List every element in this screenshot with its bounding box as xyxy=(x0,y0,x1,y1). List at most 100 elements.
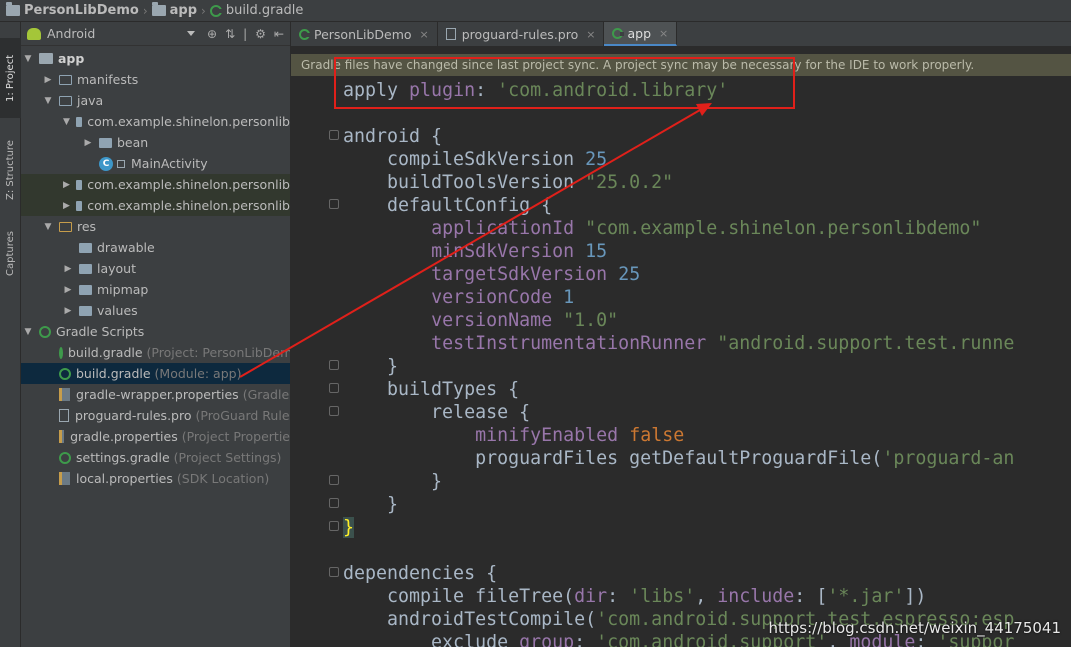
tree-item-package[interactable]: ▶ com.example.shinelon.personlib xyxy=(21,174,290,195)
breadcrumb-module[interactable]: app xyxy=(151,2,197,18)
package-icon xyxy=(75,179,83,190)
package-icon xyxy=(75,116,83,127)
breadcrumb-project[interactable]: PersonLibDemo xyxy=(6,2,139,18)
code-line[interactable]: } xyxy=(343,355,1014,378)
collapse-all-icon[interactable]: ⇅ xyxy=(225,27,235,41)
code-line[interactable]: testInstrumentationRunner "android.suppo… xyxy=(343,332,1014,355)
breadcrumb-file[interactable]: build.gradle xyxy=(209,3,303,18)
fold-marker-icon[interactable] xyxy=(329,406,339,416)
code-editor[interactable]: apply plugin: 'com.android.library' andr… xyxy=(291,76,1071,647)
tab-structure-tool[interactable]: Z: Structure xyxy=(0,130,21,210)
tree-item-package[interactable]: ▶ com.example.shinelon.personlib xyxy=(21,195,290,216)
code-line[interactable]: release { xyxy=(343,401,1014,424)
code-line[interactable]: buildToolsVersion "25.0.2" xyxy=(343,171,1014,194)
hide-panel-icon[interactable]: ⇤ xyxy=(274,27,284,41)
tree-item-settings-gradle[interactable]: settings.gradle (Project Settings) xyxy=(21,447,290,468)
expand-arrow-icon[interactable]: ▶ xyxy=(63,285,73,295)
tree-item-layout[interactable]: ▶ layout xyxy=(21,258,290,279)
code-line[interactable]: android { xyxy=(343,125,1014,148)
expand-arrow-icon[interactable]: ▶ xyxy=(83,138,93,148)
code-line[interactable]: } xyxy=(343,493,1014,516)
code-line[interactable]: } xyxy=(343,470,1014,493)
tree-item-gradle-wrapper[interactable]: gradle-wrapper.properties (Gradle xyxy=(21,384,290,405)
code-line[interactable]: dependencies { xyxy=(343,562,1014,585)
tree-item-bean[interactable]: ▶ bean xyxy=(21,132,290,153)
tree-item-drawable[interactable]: drawable xyxy=(21,237,290,258)
tree-item-package[interactable]: ▼ com.example.shinelon.personlib xyxy=(21,111,290,132)
code-line[interactable] xyxy=(343,539,1014,562)
fold-marker-icon[interactable] xyxy=(329,567,339,577)
project-tree: ▼ app ▶ manifests ▼ java ▼ com.example.shine… xyxy=(21,46,290,489)
expand-arrow-icon[interactable]: ▼ xyxy=(23,54,33,64)
breadcrumb-separator: › xyxy=(201,3,206,18)
gradle-icon xyxy=(209,4,223,17)
tree-item-local-properties[interactable]: local.properties (SDK Location) xyxy=(21,468,290,489)
expand-arrow-icon[interactable]: ▶ xyxy=(63,264,73,274)
close-icon[interactable]: × xyxy=(659,27,668,40)
close-icon[interactable]: × xyxy=(586,28,595,41)
fold-marker-icon[interactable] xyxy=(329,475,339,485)
tab-captures-tool[interactable]: Captures xyxy=(0,222,21,286)
expand-arrow-icon[interactable]: ▶ xyxy=(63,306,73,316)
code-line[interactable]: applicationId "com.example.shinelon.pers… xyxy=(343,217,1014,240)
tab-proguard-rules[interactable]: proguard-rules.pro × xyxy=(438,22,605,46)
fold-marker-icon[interactable] xyxy=(329,521,339,531)
tree-item-mainactivity[interactable]: C MainActivity xyxy=(21,153,290,174)
expand-arrow-icon[interactable]: ▼ xyxy=(43,222,53,232)
tree-item-res[interactable]: ▼ res xyxy=(21,216,290,237)
fold-marker-icon[interactable] xyxy=(329,383,339,393)
tree-item-gradle-scripts[interactable]: ▼ Gradle Scripts xyxy=(21,321,290,342)
project-folder-icon xyxy=(6,2,20,16)
code-line[interactable]: buildTypes { xyxy=(343,378,1014,401)
text-file-icon xyxy=(59,409,69,422)
tab-personlibdemo[interactable]: PersonLibDemo × xyxy=(291,22,438,46)
tree-item-app[interactable]: ▼ app xyxy=(21,48,290,69)
code-line[interactable]: targetSdkVersion 25 xyxy=(343,263,1014,286)
expand-arrow-icon[interactable]: ▶ xyxy=(63,180,70,190)
lock-icon xyxy=(117,159,125,168)
tree-item-values[interactable]: ▶ values xyxy=(21,300,290,321)
code-line[interactable]: } xyxy=(343,516,1014,539)
view-selector[interactable]: Android xyxy=(47,26,187,41)
fold-marker-icon[interactable] xyxy=(329,199,339,209)
code-line[interactable]: versionName "1.0" xyxy=(343,309,1014,332)
code-line[interactable]: versionCode 1 xyxy=(343,286,1014,309)
properties-file-icon xyxy=(59,430,65,443)
gear-icon[interactable]: ⚙ xyxy=(255,27,266,41)
code-line[interactable]: proguardFiles getDefaultProguardFile('pr… xyxy=(343,447,1014,470)
code-content[interactable]: apply plugin: 'com.android.library' andr… xyxy=(343,79,1014,647)
target-icon[interactable]: ⊕ xyxy=(207,27,217,41)
separator-icon: | xyxy=(243,26,248,41)
tree-item-mipmap[interactable]: ▶ mipmap xyxy=(21,279,290,300)
code-line[interactable]: compileSdkVersion 25 xyxy=(343,148,1014,171)
tab-app[interactable]: app × xyxy=(604,22,678,46)
chevron-down-icon[interactable] xyxy=(187,31,195,36)
project-panel-header: Android ⊕ ⇅ | ⚙ ⇤ xyxy=(21,22,290,46)
tree-item-build-gradle-module[interactable]: build.gradle (Module: app) xyxy=(21,363,290,384)
tree-item-manifests[interactable]: ▶ manifests xyxy=(21,69,290,90)
code-line[interactable]: defaultConfig { xyxy=(343,194,1014,217)
close-icon[interactable]: × xyxy=(420,28,429,41)
text-file-icon xyxy=(445,28,456,40)
expand-arrow-icon[interactable]: ▶ xyxy=(43,75,53,85)
fold-marker-icon[interactable] xyxy=(329,130,339,140)
expand-arrow-icon[interactable]: ▼ xyxy=(43,96,53,106)
tab-project-tool[interactable]: 1: Project xyxy=(0,38,21,118)
tree-item-java[interactable]: ▼ java xyxy=(21,90,290,111)
editor-gutter xyxy=(291,76,341,647)
code-line[interactable]: compile fileTree(dir: 'libs', include: [… xyxy=(343,585,1014,608)
fold-marker-icon[interactable] xyxy=(329,360,339,370)
resource-folder-icon xyxy=(59,221,72,232)
code-line[interactable]: minifyEnabled false xyxy=(343,424,1014,447)
gradle-icon xyxy=(39,325,51,338)
expand-arrow-icon[interactable]: ▼ xyxy=(23,327,33,337)
expand-arrow-icon[interactable]: ▶ xyxy=(63,201,70,211)
tree-item-build-gradle-project[interactable]: build.gradle (Project: PersonLibDem xyxy=(21,342,290,363)
fold-marker-icon[interactable] xyxy=(329,498,339,508)
code-line[interactable]: minSdkVersion 15 xyxy=(343,240,1014,263)
expand-arrow-icon[interactable]: ▼ xyxy=(63,117,70,127)
tree-item-proguard-rules[interactable]: proguard-rules.pro (ProGuard Rule xyxy=(21,405,290,426)
folder-icon xyxy=(79,242,92,253)
package-icon xyxy=(75,200,83,211)
tree-item-gradle-properties[interactable]: gradle.properties (Project Propertie xyxy=(21,426,290,447)
